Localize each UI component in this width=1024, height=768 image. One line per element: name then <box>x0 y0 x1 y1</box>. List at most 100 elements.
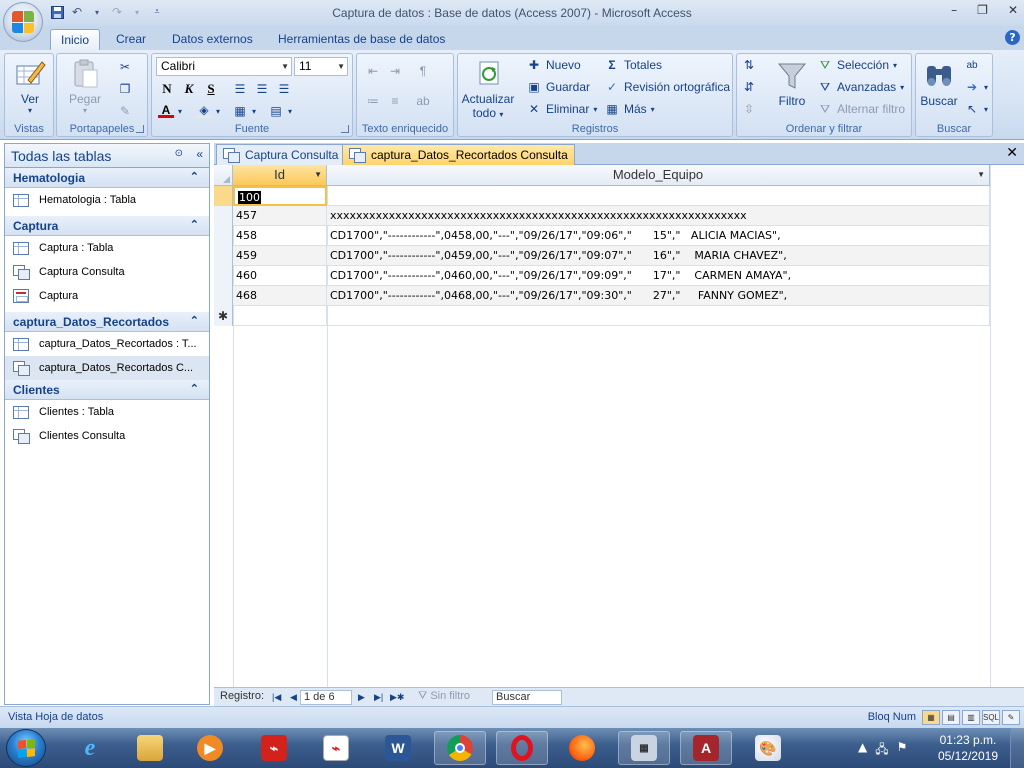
alternar-filtro-button[interactable]: ⛛ Alternar filtro <box>817 102 905 117</box>
start-button[interactable] <box>6 729 46 767</box>
nav-item-captura-form[interactable]: Captura <box>5 284 209 308</box>
collapse-group-icon[interactable]: ⌃ <box>190 382 199 395</box>
taskbar-acrobat[interactable]: ⌁ <box>248 731 300 765</box>
close-document-icon[interactable]: ✕ <box>1006 145 1018 161</box>
row-selector[interactable] <box>214 206 233 226</box>
italic-button[interactable]: K <box>179 80 199 98</box>
bold-button[interactable]: N <box>157 80 177 98</box>
nav-pane-menu-icon[interactable]: ⊙ <box>175 148 183 159</box>
bullet-list-button[interactable]: ≡ <box>387 94 403 108</box>
revision-button[interactable]: ✓ Revisión ortográfica <box>604 80 730 94</box>
nav-item-clientes-tabla[interactable]: Clientes : Tabla <box>5 400 209 424</box>
ver-button[interactable]: Ver ▾ <box>10 58 50 115</box>
nav-pane-header[interactable]: Todas las tablas ⊙ « <box>5 144 209 168</box>
replace-button[interactable]: ab <box>964 58 980 72</box>
cell-id[interactable] <box>233 306 327 326</box>
next-record-icon[interactable]: ▶ <box>358 692 365 703</box>
taskbar-firefox[interactable] <box>556 731 608 765</box>
record-position-field[interactable]: 1 de 6 <box>300 690 352 705</box>
new-blank-record-icon[interactable]: ▶✱ <box>390 692 404 703</box>
help-icon[interactable]: ? <box>1005 30 1020 45</box>
taskbar-adobe-reader[interactable]: ⌁ <box>310 731 362 765</box>
align-right-button[interactable]: ☰ <box>276 82 292 96</box>
taskbar-opera[interactable] <box>496 731 548 765</box>
table-row[interactable]: 457 xxxxxxxxxxxxxxxxxxxxxxxxxxxxxxxxxxxx… <box>214 206 990 226</box>
cell-id[interactable]: 468 <box>233 286 327 306</box>
gridlines-button[interactable]: ▦ ▾ <box>232 104 256 118</box>
buscar-button[interactable]: Buscar <box>918 60 960 108</box>
previous-record-icon[interactable]: ◀ <box>290 692 297 703</box>
font-color-button[interactable]: A ▾ <box>158 103 182 118</box>
show-hidden-icons-icon[interactable]: ▲ <box>858 740 867 761</box>
restore-button[interactable]: ❐ <box>977 3 988 17</box>
collapse-group-icon[interactable]: ⌃ <box>190 314 199 327</box>
column-dropdown-icon[interactable]: ▼ <box>314 165 322 185</box>
align-left-button[interactable]: ☰ <box>232 82 248 96</box>
cut-button[interactable]: ✂ <box>117 60 133 74</box>
nav-group-clientes[interactable]: Clientes ⌃ <box>5 380 209 400</box>
eliminar-button[interactable]: ✕ Eliminar ▾ <box>526 102 597 116</box>
sort-ascending-button[interactable]: ⇅ <box>741 58 757 72</box>
nav-item-clientes-consulta[interactable]: Clientes Consulta <box>5 424 209 448</box>
avanzadas-button[interactable]: ⛛ Avanzadas ▾ <box>817 80 904 95</box>
taskbar-media-player[interactable]: ▶ <box>184 731 236 765</box>
show-desktop-button[interactable] <box>1010 728 1024 768</box>
cell-modelo[interactable]: CD1700","------------",0458,00,"---","09… <box>327 226 990 246</box>
select-all-corner[interactable] <box>214 165 233 186</box>
taskbar-explorer[interactable] <box>124 731 176 765</box>
taskbar-word[interactable]: W <box>372 731 424 765</box>
taskbar-calculator[interactable]: ▦ <box>618 731 670 765</box>
nav-group-hematologia[interactable]: Hematologia ⌃ <box>5 168 209 188</box>
row-selector[interactable] <box>214 266 233 286</box>
font-name-combo[interactable]: Calibri ▼ <box>156 57 292 76</box>
taskbar-paint[interactable]: 🎨 <box>742 731 794 765</box>
table-row[interactable]: 458 CD1700","------------",0458,00,"---"… <box>214 226 990 246</box>
column-header-id[interactable]: Id ▼ <box>233 165 327 186</box>
fuente-launcher-icon[interactable] <box>341 125 349 133</box>
table-row[interactable]: 459 CD1700","------------",0459,00,"---"… <box>214 246 990 266</box>
tab-datos-externos[interactable]: Datos externos <box>162 29 263 50</box>
datasheet-view-button[interactable]: ▦ <box>922 710 940 725</box>
no-filter-button[interactable]: ⛛ Sin filtro <box>418 690 470 703</box>
cell-modelo[interactable]: CD1700","------------",0460,00,"---","09… <box>327 266 990 286</box>
sort-descending-button[interactable]: ⇵ <box>741 80 757 94</box>
highlight-button[interactable]: ab <box>415 94 431 108</box>
nav-item-recortados-tabla[interactable]: captura_Datos_Recortados : T... <box>5 332 209 356</box>
network-icon[interactable]: 🖧 <box>875 740 888 761</box>
copy-button[interactable]: ❐ <box>117 82 133 96</box>
nuevo-button[interactable]: ✚ Nuevo <box>526 58 581 72</box>
cell-modelo[interactable]: CD1700","------------",0459,00,"---","09… <box>327 246 990 266</box>
underline-button[interactable]: S <box>201 80 221 98</box>
pivot-chart-view-button[interactable]: ▥ <box>962 710 980 725</box>
new-record-marker[interactable]: ✱ <box>214 306 233 326</box>
tab-crear[interactable]: Crear <box>106 29 156 50</box>
paragraph-button[interactable]: ¶ <box>415 64 431 78</box>
office-button[interactable] <box>3 2 43 42</box>
pivot-table-view-button[interactable]: ▤ <box>942 710 960 725</box>
totales-button[interactable]: Σ Totales <box>604 58 662 72</box>
action-center-flag-icon[interactable]: ⚑ <box>897 740 908 761</box>
cell-id[interactable]: 458 <box>233 226 327 246</box>
align-center-button[interactable]: ☰ <box>254 82 270 96</box>
new-record-row[interactable]: ✱ <box>214 306 990 326</box>
alt-row-color-button[interactable]: ▤ ▾ <box>268 104 292 118</box>
collapse-group-icon[interactable]: ⌃ <box>190 218 199 231</box>
tab-inicio[interactable]: Inicio <box>50 29 101 50</box>
nav-item-captura-consulta[interactable]: Captura Consulta <box>5 260 209 284</box>
doc-tab-recortados-consulta[interactable]: captura_Datos_Recortados Consulta <box>342 144 575 165</box>
clock[interactable]: 01:23 p.m. 05/12/2019 <box>938 732 998 764</box>
taskbar-chrome[interactable] <box>434 731 486 765</box>
row-selector[interactable] <box>214 246 233 266</box>
nav-item-recortados-consulta[interactable]: captura_Datos_Recortados C... <box>5 356 209 380</box>
taskbar-access[interactable]: A <box>680 731 732 765</box>
cell-id[interactable]: 100 <box>233 186 327 206</box>
nav-item-captura-tabla[interactable]: Captura : Tabla <box>5 236 209 260</box>
fill-color-button[interactable]: ◈ ▾ <box>196 103 220 118</box>
nav-group-captura[interactable]: Captura ⌃ <box>5 216 209 236</box>
column-header-modelo[interactable]: Modelo_Equipo ▼ <box>327 165 990 186</box>
table-row[interactable]: 460 CD1700","------------",0460,00,"---"… <box>214 266 990 286</box>
nav-pane-collapse-icon[interactable]: « <box>196 147 203 161</box>
cell-modelo[interactable] <box>327 306 990 326</box>
cell-id[interactable]: 457 <box>233 206 327 226</box>
decrease-indent-button[interactable]: ⇤ <box>365 64 381 78</box>
